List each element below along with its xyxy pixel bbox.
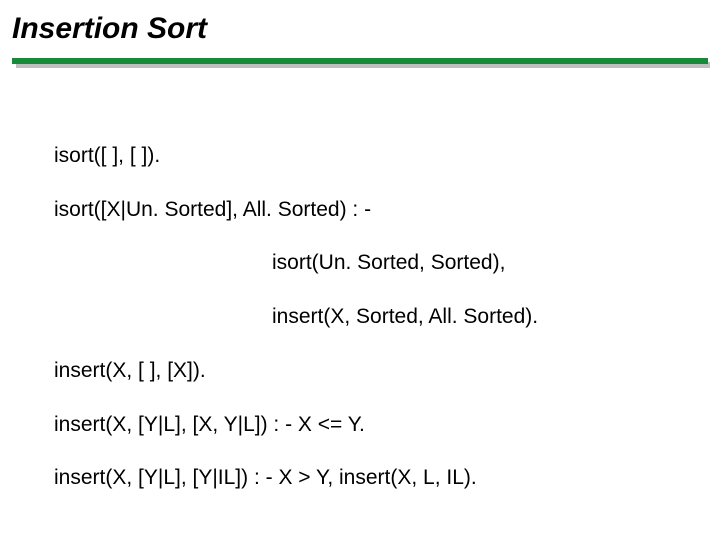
code-line-5: insert(X, [ ], [X]). [54,358,720,385]
slide-title: Insertion Sort [0,0,720,54]
title-rule [12,58,708,68]
slide: Insertion Sort isort([ ], [ ]). isort([X… [0,0,720,540]
code-line-3: isort(Un. Sorted, Sorted), [54,250,720,277]
code-line-4: insert(X, Sorted, All. Sorted). [54,304,720,331]
code-line-1: isort([ ], [ ]). [54,143,720,170]
title-rule-bar [12,58,708,64]
code-block: isort([ ], [ ]). isort([X|Un. Sorted], A… [0,68,720,546]
code-line-6: insert(X, [Y|L], [X, Y|L]) : - X <= Y. [54,412,720,439]
code-line-7: insert(X, [Y|L], [Y|IL]) : - X > Y, inse… [54,465,720,492]
code-line-2: isort([X|Un. Sorted], All. Sorted) : - [54,197,720,224]
